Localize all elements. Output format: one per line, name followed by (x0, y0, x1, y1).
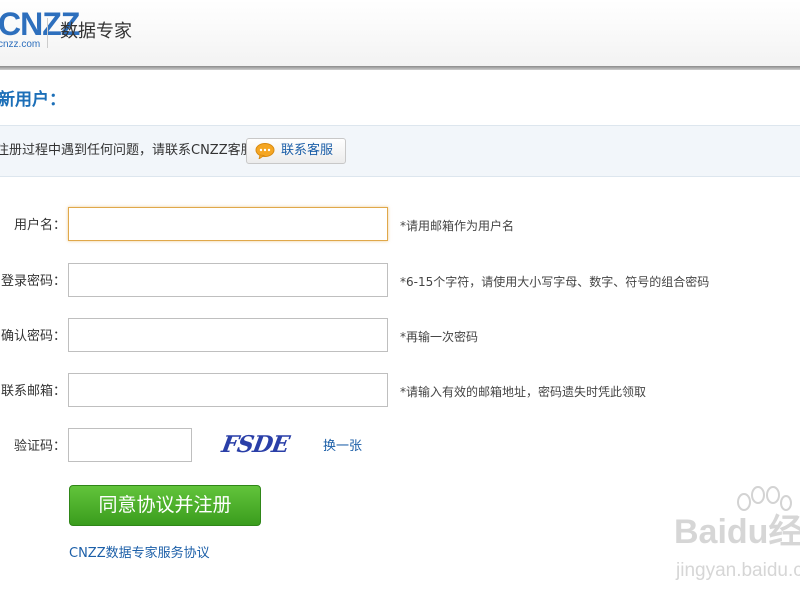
username-row: 用户名： *请用邮箱作为用户名 (0, 207, 800, 247)
baidu-watermark: Baidu经验 jingyan.baidu.com (674, 486, 800, 600)
captcha-row: 验证码： FSDE 换一张 (0, 428, 800, 468)
chat-bubble-icon (255, 143, 275, 159)
captcha-input[interactable] (68, 428, 192, 462)
contact-email-input[interactable] (68, 373, 388, 407)
site-header: CNZZ cnzz.com 数据专家 (0, 0, 800, 66)
logo-separator (47, 18, 48, 48)
captcha-image-text: FSDE (219, 431, 291, 458)
confirm-password-row: 确认密码： *再输一次密码 (0, 318, 800, 358)
username-hint: *请用邮箱作为用户名 (400, 219, 515, 233)
service-agreement-link[interactable]: CNZZ数据专家服务协议 (69, 545, 210, 563)
contact-service-button[interactable]: 联系客服 (246, 138, 346, 164)
confirm-password-label: 确认密码： (0, 329, 66, 344)
notice-text: 注册过程中遇到任何问题，请联系CNZZ客服 (0, 143, 254, 158)
username-label: 用户名： (13, 218, 66, 233)
username-input[interactable] (68, 207, 388, 241)
contact-email-row: 联系邮箱： *请输入有效的邮箱地址，密码遗失时凭此领取 (0, 373, 800, 413)
captcha-refresh-link[interactable]: 换一张 (323, 438, 362, 456)
agree-and-register-button[interactable]: 同意协议并注册 (69, 485, 261, 526)
contact-email-label: 联系邮箱： (0, 384, 66, 399)
notice-bar: 注册过程中遇到任何问题，请联系CNZZ客服 联系客服 (0, 125, 800, 177)
contact-service-label: 联系客服 (281, 143, 334, 158)
cnzz-logo[interactable]: CNZZ cnzz.com (0, 8, 80, 52)
password-label: 登录密码： (0, 274, 66, 289)
header-divider (0, 66, 800, 70)
password-input[interactable] (68, 263, 388, 297)
product-name: 数据专家 (60, 21, 132, 42)
captcha-image[interactable]: FSDE (220, 430, 291, 460)
watermark-url: jingyan.baidu.com (676, 560, 800, 581)
captcha-label: 验证码： (13, 439, 66, 454)
confirm-password-hint: *再输一次密码 (400, 330, 479, 344)
logo-sub-text: cnzz.com (0, 39, 41, 50)
password-row: 登录密码： *6-15个字符，请使用大小写字母、数字、符号的组合密码 (0, 263, 800, 303)
page-title: 新用户： (0, 90, 66, 110)
password-hint: *6-15个字符，请使用大小写字母、数字、符号的组合密码 (400, 275, 710, 289)
confirm-password-input[interactable] (68, 318, 388, 352)
watermark-text: Baidu经验 (674, 513, 800, 551)
contact-email-hint: *请输入有效的邮箱地址，密码遗失时凭此领取 (400, 385, 647, 399)
